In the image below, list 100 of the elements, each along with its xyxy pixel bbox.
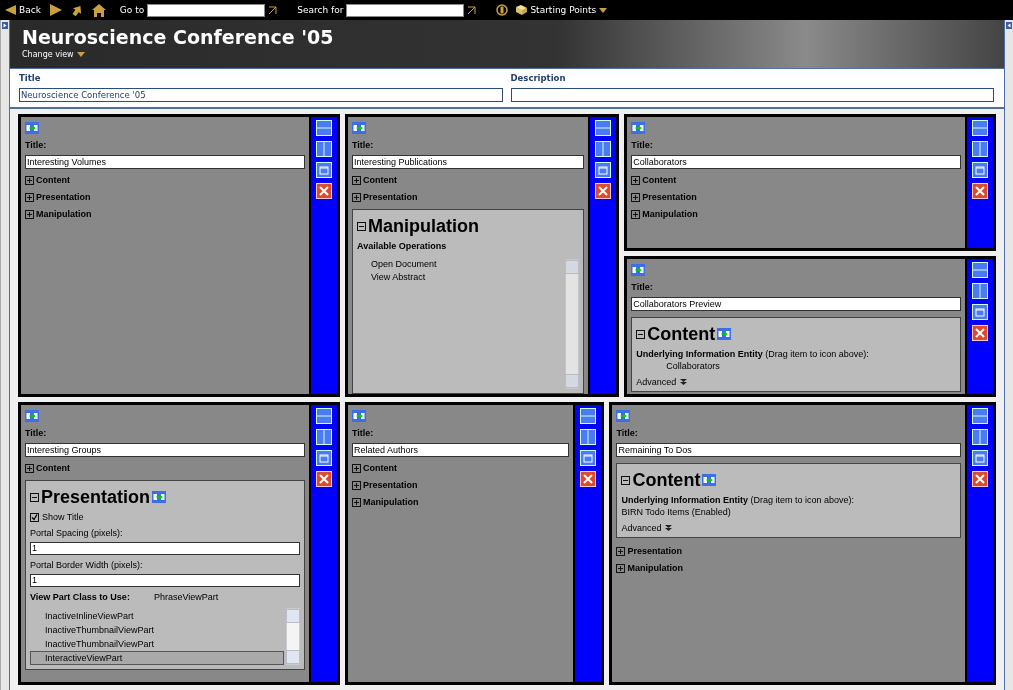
split-horizontal-icon[interactable] [972, 262, 988, 278]
split-vertical-icon[interactable] [316, 429, 332, 445]
split-horizontal-icon[interactable] [316, 408, 332, 424]
section-toggle[interactable]: Presentation [616, 546, 682, 556]
list-item[interactable]: InactiveInlineViewPart [30, 609, 284, 623]
text-field[interactable]: Neuroscience Conference '05 [19, 88, 503, 102]
checkbox[interactable] [30, 512, 39, 522]
double-caret-icon[interactable] [680, 379, 688, 385]
change-view-menu[interactable]: Change view [22, 50, 1004, 59]
operation-link[interactable]: View Abstract [371, 272, 426, 282]
split-vertical-icon[interactable] [972, 141, 988, 157]
maximize-icon[interactable] [316, 162, 332, 178]
operation-link[interactable]: Open Document [371, 259, 437, 269]
close-icon[interactable] [972, 325, 988, 341]
drag-target-icon[interactable] [631, 264, 646, 276]
title-field[interactable]: Interesting Publications [352, 155, 585, 169]
drag-target-icon[interactable] [152, 491, 167, 503]
expand-icon[interactable] [25, 192, 34, 202]
search-field[interactable] [346, 3, 465, 17]
maximize-icon[interactable] [580, 450, 597, 466]
expand-icon[interactable] [631, 209, 641, 219]
list-item[interactable]: InactiveThumbnailViewPart [30, 623, 284, 637]
number-field[interactable]: 1 [30, 542, 300, 555]
expand-panel-icon[interactable] [1006, 22, 1012, 29]
section-toggle[interactable]: Content [25, 463, 70, 473]
expand-icon[interactable] [631, 175, 641, 185]
maximize-icon[interactable] [972, 450, 988, 466]
drag-target-icon[interactable] [25, 410, 39, 422]
section-toggle[interactable]: Content [631, 175, 677, 185]
close-icon[interactable] [972, 471, 988, 487]
text-field[interactable] [510, 88, 994, 102]
section-toggle[interactable]: Content [352, 463, 397, 473]
scrollbar[interactable] [565, 259, 580, 389]
section-toggle[interactable]: Presentation [352, 192, 418, 202]
expand-icon[interactable] [25, 463, 34, 473]
drag-target-icon[interactable] [702, 474, 717, 486]
home-icon[interactable] [91, 3, 106, 17]
list-item[interactable]: InactiveThumbnailViewPart [30, 637, 284, 651]
title-field[interactable]: Interesting Volumes [25, 155, 305, 169]
split-vertical-icon[interactable] [316, 141, 332, 157]
close-icon[interactable] [595, 183, 612, 199]
close-icon[interactable] [316, 471, 332, 487]
title-field[interactable]: Interesting Groups [25, 443, 305, 457]
expand-icon[interactable] [25, 209, 34, 219]
split-horizontal-icon[interactable] [580, 408, 597, 424]
split-horizontal-icon[interactable] [595, 120, 612, 136]
goto-field[interactable] [147, 3, 266, 17]
section-toggle[interactable]: Manipulation [25, 209, 92, 219]
collapse-icon[interactable] [621, 475, 631, 485]
starting-points-menu[interactable]: Starting Points [516, 5, 608, 15]
go-icon[interactable] [268, 5, 278, 15]
split-vertical-icon[interactable] [972, 429, 988, 445]
expand-icon[interactable] [352, 192, 361, 202]
expand-icon[interactable] [631, 192, 641, 202]
drag-target-icon[interactable] [25, 122, 39, 134]
drag-target-icon[interactable] [352, 122, 366, 134]
back-button[interactable]: Back [4, 4, 41, 16]
expand-icon[interactable] [352, 480, 361, 490]
split-horizontal-icon[interactable] [316, 120, 332, 136]
split-horizontal-icon[interactable] [972, 120, 988, 136]
split-vertical-icon[interactable] [580, 429, 597, 445]
advanced-toggle[interactable]: Advanced [636, 377, 677, 387]
expand-icon[interactable] [352, 175, 361, 185]
collapse-icon[interactable] [357, 221, 366, 231]
maximize-icon[interactable] [595, 162, 612, 178]
expand-icon[interactable] [616, 546, 626, 556]
drag-target-icon[interactable] [352, 410, 366, 422]
expand-icon[interactable] [616, 563, 626, 573]
section-toggle[interactable]: Content [25, 175, 70, 185]
collapse-icon[interactable] [30, 492, 39, 502]
list-item[interactable]: InteractiveViewPart [30, 651, 284, 665]
double-caret-icon[interactable] [665, 525, 673, 531]
collapse-icon[interactable] [636, 329, 646, 339]
close-icon[interactable] [316, 183, 332, 199]
title-field[interactable]: Related Authors [352, 443, 570, 457]
expand-icon[interactable] [352, 497, 361, 507]
title-field[interactable]: Collaborators [631, 155, 961, 169]
split-horizontal-icon[interactable] [972, 408, 988, 424]
advanced-toggle[interactable]: Advanced [621, 523, 662, 533]
section-toggle[interactable]: Presentation [352, 480, 418, 490]
expand-icon[interactable] [25, 175, 34, 185]
section-toggle[interactable]: Manipulation [616, 563, 683, 573]
maximize-icon[interactable] [972, 304, 988, 320]
forward-icon[interactable] [48, 4, 62, 16]
split-vertical-icon[interactable] [972, 283, 988, 299]
section-toggle[interactable]: Manipulation [631, 209, 698, 219]
section-toggle[interactable]: Manipulation [352, 497, 419, 507]
section-toggle[interactable]: Presentation [631, 192, 697, 202]
split-vertical-icon[interactable] [595, 141, 612, 157]
scrollbar[interactable] [286, 608, 300, 665]
go-icon[interactable] [467, 5, 477, 15]
maximize-icon[interactable] [972, 162, 988, 178]
expand-icon[interactable] [352, 463, 361, 473]
section-toggle[interactable]: Presentation [25, 192, 91, 202]
drag-target-icon[interactable] [631, 122, 646, 134]
dial-icon[interactable] [496, 4, 509, 16]
section-toggle[interactable]: Content [352, 175, 397, 185]
maximize-icon[interactable] [316, 450, 332, 466]
drag-target-icon[interactable] [717, 328, 732, 340]
title-field[interactable]: Collaborators Preview [631, 297, 961, 311]
